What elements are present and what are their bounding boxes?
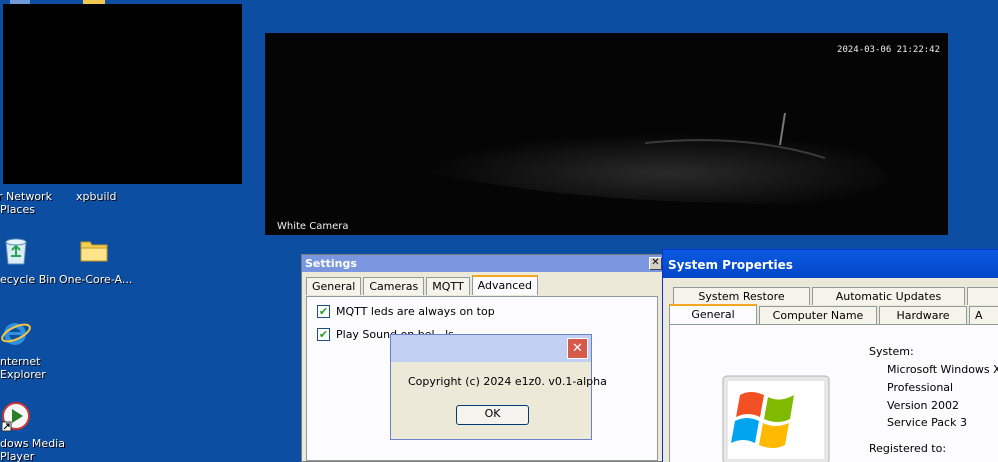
tab-automatic-updates[interactable]: Automatic Updates bbox=[812, 287, 965, 305]
icon-label: xpbuild bbox=[76, 190, 117, 203]
settings-tabs: General Cameras MQTT Advanced bbox=[306, 275, 540, 295]
tab-cameras[interactable]: Cameras bbox=[363, 277, 425, 295]
tab-system-restore[interactable]: System Restore bbox=[673, 287, 810, 305]
checkbox[interactable]: ✔ bbox=[317, 328, 330, 341]
camera-name: White Camera bbox=[277, 221, 349, 232]
settings-title: Settings bbox=[305, 257, 357, 270]
black-preview-window bbox=[3, 4, 242, 184]
system-service-pack: Service Pack 3 bbox=[887, 416, 967, 429]
system-heading: System: bbox=[869, 345, 914, 358]
system-properties-title: System Properties bbox=[668, 258, 793, 272]
system-os-name: Microsoft Windows XP bbox=[887, 363, 998, 376]
icon-label: Explorer bbox=[0, 368, 46, 381]
about-titlebar[interactable]: ✕ bbox=[391, 335, 591, 362]
internet-explorer-icon bbox=[1, 323, 31, 345]
tab-general[interactable]: General bbox=[669, 304, 757, 324]
recycle-bin-icon bbox=[5, 238, 27, 265]
camera-view[interactable]: 2024-03-06 21:22:42 White Camera bbox=[265, 33, 948, 235]
tab-mqtt[interactable]: MQTT bbox=[426, 277, 470, 295]
tab-remote[interactable] bbox=[967, 287, 998, 305]
icon-label: r Network bbox=[0, 190, 52, 203]
settings-titlebar[interactable]: Settings ✕ bbox=[302, 255, 662, 272]
tab-advanced[interactable]: A bbox=[969, 306, 998, 324]
icon-label: Places bbox=[0, 203, 35, 216]
system-properties-window[interactable]: System Properties System Restore Automat… bbox=[662, 249, 998, 462]
ok-button[interactable]: OK bbox=[456, 405, 529, 425]
about-dialog[interactable]: ✕ Copyright (c) 2024 e1z0. v0.1-alpha OK bbox=[390, 334, 607, 440]
windows-logo-monitor-icon bbox=[722, 375, 830, 462]
icon-label: ecycle Bin bbox=[0, 273, 57, 286]
option-label: MQTT leds are always on top bbox=[336, 305, 495, 318]
windows-media-player-icon bbox=[1, 402, 30, 432]
system-version: Version 2002 bbox=[887, 399, 959, 412]
folder-icon bbox=[80, 241, 108, 262]
registered-heading: Registered to: bbox=[869, 442, 947, 455]
icon-label: nternet bbox=[0, 355, 41, 368]
close-button[interactable]: ✕ bbox=[567, 338, 588, 359]
system-properties-tabs-back: System Restore Automatic Updates bbox=[673, 287, 998, 305]
checkbox[interactable]: ✔ bbox=[317, 305, 330, 318]
tab-general[interactable]: General bbox=[306, 277, 362, 295]
icon-label: Player bbox=[0, 450, 35, 462]
tab-advanced[interactable]: Advanced bbox=[471, 275, 539, 295]
icon-label: One-Core-A... bbox=[59, 273, 133, 286]
camera-scene bbox=[265, 33, 948, 235]
tab-hardware[interactable]: Hardware bbox=[879, 306, 967, 324]
tab-computer-name[interactable]: Computer Name bbox=[759, 306, 877, 324]
close-button[interactable]: ✕ bbox=[649, 257, 662, 270]
system-edition: Professional bbox=[887, 381, 954, 394]
camera-timestamp: 2024-03-06 21:22:42 bbox=[837, 45, 940, 55]
system-properties-tabs-front: General Computer Name Hardware A bbox=[669, 304, 998, 324]
system-properties-titlebar[interactable]: System Properties bbox=[663, 250, 998, 278]
about-message: Copyright (c) 2024 e1z0. v0.1-alpha bbox=[408, 375, 607, 388]
icon-label: dows Media bbox=[0, 437, 65, 450]
option-mqtt-leds-on-top[interactable]: ✔ MQTT leds are always on top bbox=[317, 305, 495, 318]
